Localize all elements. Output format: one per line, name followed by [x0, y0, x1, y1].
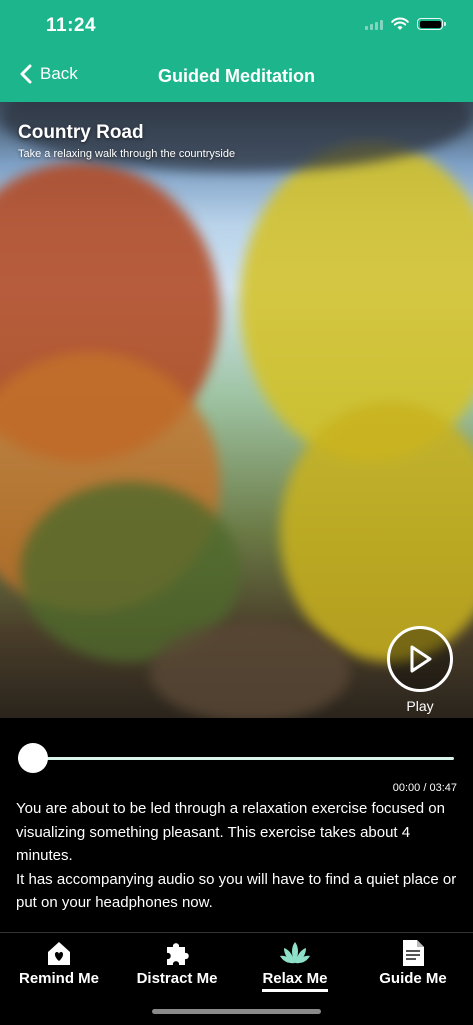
document-icon [403, 940, 424, 966]
tab-label: Remind Me [18, 970, 99, 987]
page-title: Guided Meditation [158, 66, 315, 86]
slider-thumb[interactable] [18, 743, 48, 773]
time-display: 00:00 / 03:47 [392, 782, 457, 794]
tab-guide-me[interactable]: Guide Me [354, 939, 472, 987]
wifi-icon [391, 17, 409, 30]
tab-relax-me[interactable]: Relax Me [236, 939, 354, 992]
battery-icon [417, 18, 446, 30]
play-button[interactable] [387, 626, 453, 692]
puzzle-icon [167, 943, 189, 965]
description: You are about to be led through a relaxa… [16, 797, 461, 915]
app-header: 11:24 Back Guided Meditation [0, 0, 473, 102]
tab-label: Distract Me [136, 970, 218, 987]
status-icons [365, 17, 446, 31]
status-time: 11:24 [46, 15, 97, 36]
track-subtitle: Take a relaxing walk through the country… [18, 148, 236, 160]
track-title: Country Road [18, 122, 144, 143]
tab-distract-me[interactable]: Distract Me [118, 939, 236, 987]
description-paragraph: You are about to be led through a relaxa… [16, 800, 445, 864]
tab-label: Guide Me [379, 970, 447, 987]
tab-remind-me[interactable]: Remind Me [0, 939, 118, 987]
home-heart-icon [48, 942, 70, 965]
slider-track [18, 757, 454, 760]
play-label: Play [406, 698, 434, 714]
home-indicator [152, 1009, 321, 1014]
lotus-icon [280, 942, 310, 964]
play-icon [410, 645, 432, 673]
hero-image: Country Road Take a relaxing walk throug… [0, 102, 473, 718]
audio-progress-slider[interactable] [18, 743, 454, 773]
tab-label: Relax Me [262, 970, 328, 992]
cellular-signal-icon [365, 18, 383, 30]
description-paragraph: It has accompanying audio so you will ha… [16, 870, 457, 912]
